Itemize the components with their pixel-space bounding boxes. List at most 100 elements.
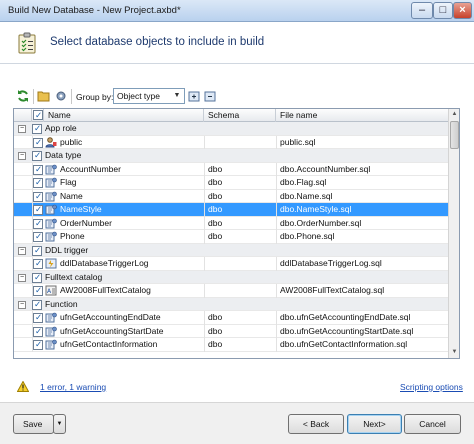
group-row[interactable]: − App role: [14, 122, 448, 136]
table-row[interactable]: Flag dbo dbo.Flag.sql: [14, 176, 448, 190]
row-checkbox[interactable]: [33, 326, 43, 337]
datatype-icon: [45, 231, 57, 242]
group-row[interactable]: − DDL trigger: [14, 243, 448, 257]
toolbar: Group by: Object type ▼: [0, 86, 474, 108]
header-text: Select database objects to include in bu…: [50, 36, 265, 48]
datatype-icon: [45, 218, 57, 228]
object-name: ddlDatabaseTriggerLog: [60, 258, 149, 268]
row-checkbox[interactable]: [33, 285, 43, 296]
group-name: DDL trigger: [45, 244, 89, 255]
table-row[interactable]: AccountNumber dbo dbo.AccountNumber.sql: [14, 162, 448, 176]
column-header-schema[interactable]: Schema: [204, 109, 276, 122]
collapse-toggle-icon[interactable]: −: [18, 300, 26, 309]
select-all-checkbox-header[interactable]: [32, 109, 44, 122]
table-row[interactable]: OrderNumber dbo dbo.OrderNumber.sql: [14, 216, 448, 230]
table-row[interactable]: ddlDatabaseTriggerLog ddlDatabaseTriggerL…: [14, 257, 448, 271]
object-file-name: dbo.OrderNumber.sql: [280, 217, 362, 228]
group-by-value: Object type: [117, 91, 160, 101]
maximize-button[interactable]: □: [433, 2, 453, 19]
group-checkbox[interactable]: [32, 245, 42, 256]
object-name: ufnGetAccountingStartDate: [60, 325, 164, 336]
scroll-up-icon[interactable]: ▲: [449, 109, 459, 120]
expand-all-icon[interactable]: [188, 89, 202, 103]
group-name: App role: [45, 123, 77, 133]
datatype-icon: [45, 339, 57, 350]
row-checkbox[interactable]: [33, 191, 43, 202]
scripting-options-link[interactable]: Scripting options: [400, 382, 463, 392]
close-button[interactable]: ×: [453, 2, 472, 19]
object-schema: dbo: [208, 325, 223, 336]
row-checkbox[interactable]: [33, 312, 43, 323]
cancel-button[interactable]: Cancel: [404, 414, 461, 434]
scroll-down-icon[interactable]: ▼: [449, 347, 459, 358]
group-name: Data type: [45, 150, 82, 160]
collapse-toggle-icon[interactable]: −: [18, 273, 26, 282]
datatype-icon: [45, 177, 57, 188]
group-checkbox[interactable]: [32, 272, 42, 283]
column-header-file-name[interactable]: File name: [276, 109, 448, 122]
object-file-name: dbo.Flag.sql: [280, 177, 327, 187]
scroll-thumb[interactable]: [450, 121, 459, 149]
table-row[interactable]: public public.sql: [14, 135, 448, 149]
object-file-name: dbo.Name.sql: [280, 190, 333, 201]
objects-grid[interactable]: Name Schema File name − App role publicpub…: [13, 108, 460, 359]
table-row[interactable]: ufnGetAccountingEndDate dbo dbo.ufnGetAcco…: [14, 311, 448, 325]
datatype-icon: [45, 191, 57, 201]
object-name: public: [60, 136, 83, 147]
group-row[interactable]: − Data type: [14, 149, 448, 163]
row-checkbox[interactable]: [33, 164, 43, 175]
group-checkbox[interactable]: [32, 123, 42, 134]
object-file-name: dbo.NameStyle.sql: [280, 204, 352, 214]
grid-header: Name Schema File name: [14, 109, 448, 122]
object-file-name: dbo.AccountNumber.sql: [280, 163, 371, 174]
row-checkbox[interactable]: [33, 258, 43, 269]
row-checkbox[interactable]: [33, 137, 43, 148]
row-checkbox[interactable]: [33, 177, 43, 188]
table-row[interactable]: Name dbo dbo.Name.sql: [14, 189, 448, 203]
group-name: Fulltext catalog: [45, 271, 103, 282]
save-button[interactable]: Save: [13, 414, 54, 434]
collapse-toggle-icon[interactable]: −: [18, 152, 26, 160]
collapse-toggle-icon[interactable]: −: [18, 246, 26, 255]
object-schema: dbo: [208, 163, 223, 174]
object-name: NameStyle: [60, 204, 102, 214]
table-row[interactable]: ufnGetContactInformation dbo dbo.ufnGetCon…: [14, 338, 448, 352]
object-schema: dbo: [208, 217, 223, 228]
back-button[interactable]: < Back: [288, 414, 344, 434]
role-icon: [45, 136, 57, 147]
table-row[interactable]: AAW2008FullTextCatalog AW2008FullTextCata…: [14, 284, 448, 298]
save-dropdown-button[interactable]: ▼: [53, 414, 66, 434]
errors-warnings-link[interactable]: 1 error, 1 warning: [40, 382, 106, 392]
row-checkbox[interactable]: [33, 339, 43, 350]
group-checkbox[interactable]: [32, 299, 42, 310]
group-by-select[interactable]: Object type ▼: [113, 88, 185, 104]
chevron-down-icon: ▼: [173, 92, 181, 99]
datatype-icon: [45, 312, 57, 323]
table-row[interactable]: ufnGetAccountingStartDate dbo dbo.ufnGetAc…: [14, 324, 448, 338]
open-folder-icon[interactable]: [37, 89, 51, 103]
vertical-scrollbar[interactable]: ▲ ▼: [448, 109, 459, 358]
row-checkbox[interactable]: [33, 218, 43, 229]
column-header-name[interactable]: Name: [44, 109, 204, 122]
refresh-icon[interactable]: [16, 89, 30, 103]
group-row[interactable]: − Function: [14, 297, 448, 311]
group-name: Function: [45, 298, 78, 309]
collapse-all-icon[interactable]: [204, 89, 218, 103]
row-checkbox[interactable]: [33, 204, 43, 215]
group-checkbox[interactable]: [32, 150, 42, 161]
object-file-name: ddlDatabaseTriggerLog.sql: [280, 258, 382, 268]
row-checkbox[interactable]: [33, 231, 43, 242]
settings-icon[interactable]: [54, 89, 68, 103]
group-row[interactable]: − Fulltext catalog: [14, 270, 448, 284]
object-schema: dbo: [208, 190, 223, 201]
datatype-icon: [45, 204, 57, 215]
object-schema: dbo: [208, 339, 223, 349]
next-button[interactable]: Next>: [347, 414, 402, 434]
collapse-toggle-icon[interactable]: −: [18, 125, 26, 133]
table-row[interactable]: NameStyle dbo dbo.NameStyle.sql: [14, 203, 448, 217]
minimize-button[interactable]: –: [411, 2, 433, 19]
select-all-checkbox[interactable]: [33, 109, 43, 122]
object-schema: dbo: [208, 312, 223, 322]
wizard-footer: Save ▼ < Back Next> Cancel: [0, 402, 474, 444]
table-row[interactable]: Phone dbo dbo.Phone.sql: [14, 230, 448, 244]
